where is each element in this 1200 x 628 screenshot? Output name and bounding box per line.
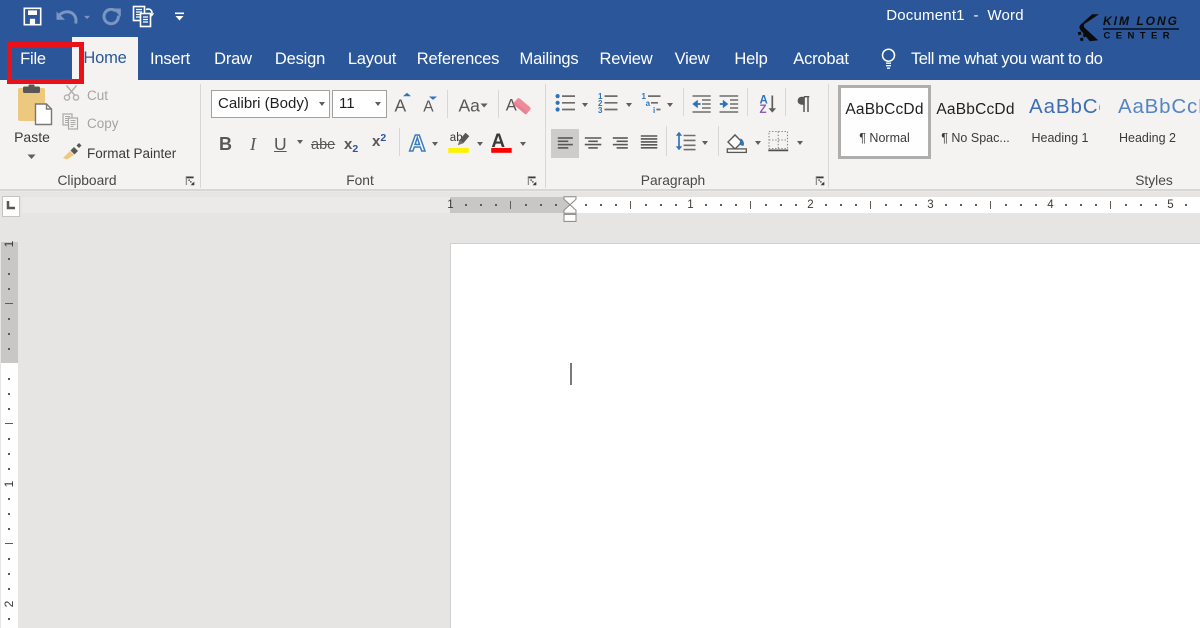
svg-text:KIM LONG: KIM LONG <box>1103 14 1179 28</box>
svg-text:A: A <box>395 96 407 116</box>
svg-text:A: A <box>423 99 434 116</box>
svg-text:Z: Z <box>760 104 767 114</box>
svg-text:A: A <box>409 130 426 155</box>
svg-text:CENTER: CENTER <box>1104 31 1175 42</box>
svg-text:3: 3 <box>598 106 603 113</box>
svg-text:a: a <box>646 99 651 108</box>
svg-text:Aa: Aa <box>459 96 481 115</box>
svg-text:i: i <box>653 106 655 115</box>
